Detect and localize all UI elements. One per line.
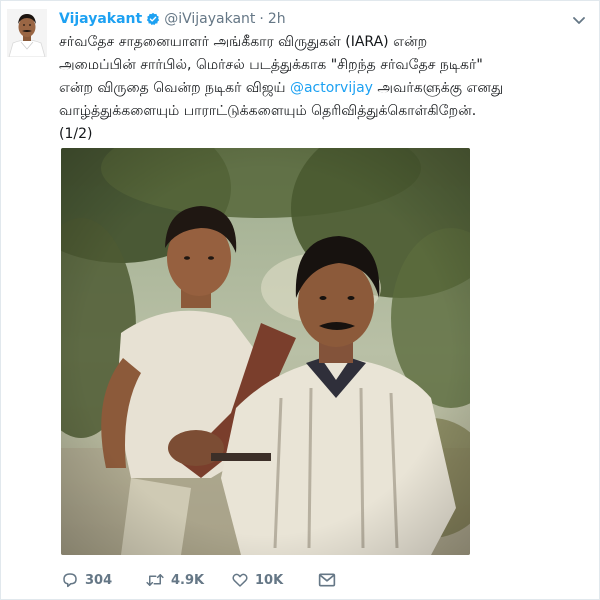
timestamp[interactable]: 2h <box>268 11 286 27</box>
reply-count: 304 <box>85 572 113 588</box>
tweet-header: Vijayakant @iVijayakant · 2h <box>59 9 587 29</box>
tweet-card[interactable]: Vijayakant @iVijayakant · 2h சர்வதேச சாத… <box>0 0 600 600</box>
tweet-menu-chevron-icon[interactable] <box>573 11 585 24</box>
separator-dot: · <box>259 11 264 27</box>
retweet-icon <box>145 571 165 589</box>
retweet-count: 4.9K <box>171 572 205 588</box>
avatar[interactable] <box>7 9 47 57</box>
like-count: 10K <box>255 572 284 588</box>
mention-link[interactable]: @actorvijay <box>290 80 373 96</box>
tweet-text-line-4: வாழ்த்துக்களையும் பாராட்டுக்களையும் தெரி… <box>59 103 477 119</box>
tweet-text-line-2: அமைப்பின் சார்பில், மெர்சல் படத்துக்காக … <box>59 57 483 73</box>
reply-button[interactable]: 304 <box>61 571 145 589</box>
reply-icon <box>61 571 79 589</box>
tweet-actions: 304 4.9K 10K <box>61 569 587 591</box>
tweet-text-line-3: என்ற விருதை வென்ற நடிகர் விஜய் @actorvij… <box>59 77 587 100</box>
envelope-icon <box>317 571 337 589</box>
tweet-photo[interactable] <box>61 148 470 555</box>
tweet-text-line-3-end: அவர்களுக்கு எனது <box>372 80 504 96</box>
retweet-button[interactable]: 4.9K <box>145 571 231 589</box>
tweet-text-line-1: சர்வதேச சாதனையாளர் அங்கீகார விருதுகள் (I… <box>59 34 428 50</box>
tweet-text-line-3-start: என்ற விருதை வென்ற நடிகர் விஜய் <box>59 80 290 96</box>
verified-badge-icon <box>146 12 160 26</box>
heart-icon <box>231 571 249 589</box>
like-button[interactable]: 10K <box>231 571 317 589</box>
tweet-text-line-5: (1/2) <box>59 126 93 142</box>
author-handle[interactable]: @iVijayakant <box>164 11 255 27</box>
tweet-text: சர்வதேச சாதனையாளர் அங்கீகார விருதுகள் (I… <box>59 31 587 146</box>
direct-message-button[interactable] <box>317 571 347 589</box>
author-name[interactable]: Vijayakant <box>59 11 142 27</box>
